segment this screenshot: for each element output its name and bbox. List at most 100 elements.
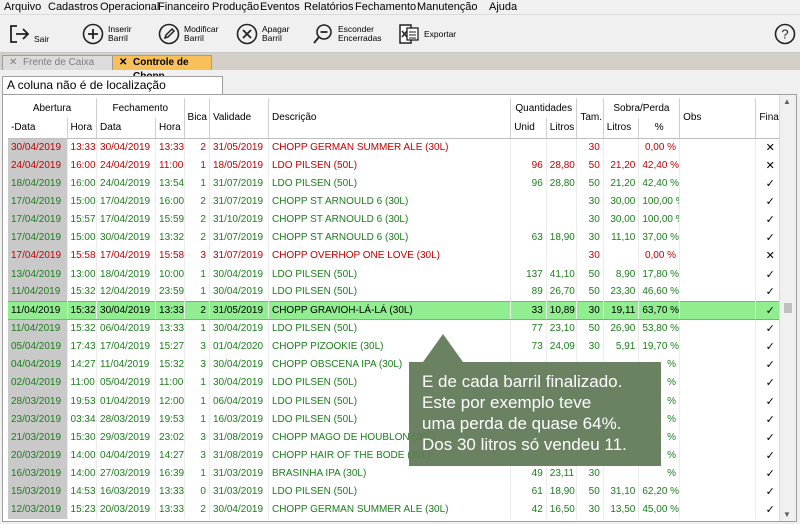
cell-validade: 31/05/2019 — [209, 138, 269, 157]
cell-tam: 50 — [576, 283, 604, 302]
col-validade[interactable]: Validade — [209, 108, 269, 129]
cell-fechamento-hora: 23:59 — [155, 283, 185, 302]
cell-bica: 2 — [184, 192, 210, 211]
menu-fechamento[interactable]: Fechamento — [355, 1, 416, 13]
scroll-down-icon[interactable]: ▼ — [783, 510, 791, 519]
col-descricao[interactable]: Descrição — [268, 108, 512, 129]
table-row[interactable]: 02/04/2019 11:00 05/04/2019 11:00 1 30/04/201… — [8, 373, 785, 392]
cell-sobra-litros: 23,30 — [603, 283, 640, 302]
table-row[interactable]: 13/04/2019 13:00 18/04/2019 10:00 1 30/04/201… — [8, 264, 785, 284]
table-row[interactable]: 17/04/2019 15:58 17/04/2019 15:58 3 31/07/201… — [8, 246, 785, 265]
cell-descricao: LDO PILSEN (50L) — [268, 156, 512, 175]
tab-controle-de-chopp[interactable]: ✕Controle de Chopp — [112, 55, 212, 82]
menu-bar: Arquivo Cadastros Operacional Financeiro… — [0, 0, 800, 15]
inserir-barril-button[interactable]: Inserir Barril — [82, 18, 132, 50]
search-minus-icon — [313, 24, 332, 44]
table-row[interactable]: 17/04/2019 15:00 30/04/2019 13:32 2 31/07/201… — [8, 228, 785, 247]
esconder-encerradas-button[interactable]: Esconder Encerradas — [312, 18, 381, 50]
cell-litros: 23,10 — [546, 319, 578, 338]
sair-label: Sair — [34, 33, 50, 44]
close-tab-icon[interactable]: ✕ — [119, 56, 127, 70]
sair-button[interactable]: Sair — [8, 18, 49, 50]
table-row[interactable]: 12/03/2019 15:23 20/03/2019 13:33 2 30/04/201… — [8, 500, 785, 519]
scroll-up-icon[interactable]: ▲ — [783, 97, 791, 106]
help-button[interactable]: ? — [774, 18, 796, 50]
cell-obs — [679, 174, 757, 193]
menu-eventos[interactable]: Eventos — [260, 1, 300, 13]
menu-ajuda[interactable]: Ajuda — [489, 1, 517, 13]
cell-tam: 30 — [576, 337, 604, 356]
col-unid[interactable]: Unid — [510, 118, 547, 139]
table-row[interactable]: 20/03/2019 14:00 04/04/2019 14:27 3 31/08/201… — [8, 446, 785, 465]
col-hora[interactable]: Hora — [67, 118, 98, 139]
cell-validade: 30/04/2019 — [209, 355, 269, 374]
cell-abertura-hora: 15:32 — [67, 319, 98, 338]
table-row[interactable]: 11/04/2019 15:32 06/04/2019 13:33 1 30/04/201… — [8, 319, 785, 338]
cell-abertura-hora: 13:33 — [67, 138, 98, 157]
cell-fechamento-hora: 13:33 — [155, 300, 185, 320]
col-percent[interactable]: % — [638, 118, 681, 139]
callout-line-1: E de cada barril finalizado. — [422, 372, 623, 391]
excel-icon — [399, 24, 419, 44]
menu-manutencao[interactable]: Manutenção — [417, 1, 478, 13]
col-sobra-litros[interactable]: Litros — [603, 118, 640, 139]
cell-unid: 63 — [510, 228, 547, 247]
apagar-barril-button[interactable]: Apagar Barril — [236, 18, 289, 50]
cell-abertura-hora: 15:32 — [67, 283, 98, 302]
data-grid[interactable]: Abertura Fechamento Quantidades Sobra/Pe… — [2, 94, 797, 522]
table-row[interactable]: 05/04/2019 17:43 17/04/2019 15:27 3 01/04/202… — [8, 337, 785, 356]
cell-bica: 1 — [184, 373, 210, 392]
menu-cadastros[interactable]: Cadastros — [48, 1, 98, 13]
table-row[interactable]: 04/04/2019 14:27 11/04/2019 15:32 3 30/04/201… — [8, 355, 785, 374]
menu-producao[interactable]: Produção — [212, 1, 259, 13]
cell-bica: 1 — [184, 283, 210, 302]
table-row[interactable]: 28/03/2019 19:53 01/04/2019 12:00 1 06/04/201… — [8, 391, 785, 411]
table-row[interactable]: 21/03/2019 15:30 29/03/2019 23:02 3 31/08/201… — [8, 428, 785, 447]
cell-tam: 30 — [576, 210, 604, 229]
cell-fechamento-data: 29/03/2019 — [96, 428, 157, 447]
menu-relatorios[interactable]: Relatórios — [304, 1, 354, 13]
table-row[interactable]: 11/04/2019 15:32 12/04/2019 23:59 1 30/04/201… — [8, 283, 785, 302]
table-row[interactable]: 24/04/2019 16:00 24/04/2019 11:00 1 18/05/201… — [8, 156, 785, 175]
cell-abertura-hora: 15:00 — [67, 228, 98, 247]
table-row[interactable]: 23/03/2019 03:34 28/03/2019 19:53 1 16/03/201… — [8, 410, 785, 429]
modificar-barril-button[interactable]: Modificar Barril — [158, 18, 218, 50]
col-fech-data[interactable]: Data — [96, 118, 157, 139]
cell-obs — [679, 246, 757, 265]
col-tam[interactable]: Tam. — [576, 108, 604, 129]
cell-validade: 30/04/2019 — [209, 319, 269, 338]
scroll-thumb[interactable] — [784, 303, 792, 313]
close-tab-icon[interactable]: ✕ — [9, 56, 17, 70]
callout-line-2: Este por exemplo teve — [422, 393, 592, 412]
cell-abertura-data: 17/04/2019 — [8, 192, 68, 211]
exportar-button[interactable]: Exportar — [398, 18, 456, 50]
col-obs[interactable]: Obs — [679, 108, 757, 129]
cell-sobra-litros: 21,20 — [603, 174, 640, 193]
col-fech-hora[interactable]: Hora — [155, 118, 185, 139]
col-bica[interactable]: Bica — [184, 108, 210, 129]
cell-abertura-data: 17/04/2019 — [8, 228, 68, 247]
table-row[interactable]: 17/04/2019 15:00 17/04/2019 16:00 2 31/07/201… — [8, 192, 785, 211]
vertical-scrollbar[interactable]: ▲ ▼ — [779, 95, 796, 521]
table-row[interactable]: 16/03/2019 14:00 27/03/2019 16:39 1 31/03/201… — [8, 464, 785, 483]
table-row[interactable]: 30/04/2019 13:33 30/04/2019 13:33 2 31/05/201… — [8, 138, 785, 157]
col-litros[interactable]: Litros — [546, 118, 578, 139]
cell-bica: 3 — [184, 428, 210, 447]
cell-litros: 18,90 — [546, 228, 578, 247]
cell-abertura-data: 17/04/2019 — [8, 246, 68, 265]
col-data[interactable]: -Data — [8, 118, 68, 139]
cell-percent: 0,00 % — [638, 138, 681, 157]
menu-financeiro[interactable]: Financeiro — [158, 1, 209, 13]
cell-percent: 0,00 % — [638, 246, 681, 265]
cell-abertura-data: 20/03/2019 — [8, 446, 68, 465]
cell-sobra-litros — [603, 464, 640, 483]
table-row[interactable]: 17/04/2019 15:57 17/04/2019 15:59 2 31/10/201… — [8, 210, 785, 229]
table-row[interactable]: 18/04/2019 16:00 24/04/2019 13:54 1 31/07/201… — [8, 174, 785, 193]
cell-obs — [679, 355, 757, 374]
tab-frente-de-caixa[interactable]: ✕ Frente de Caixa — [2, 55, 114, 70]
menu-arquivo[interactable]: Arquivo — [4, 1, 41, 13]
cell-descricao: CHOPP OVERHOP ONE LOVE (30L) — [268, 246, 512, 265]
table-row-selected[interactable]: 11/04/2019 15:32 30/04/2019 13:33 2 31/05/201… — [8, 300, 785, 320]
menu-operacional[interactable]: Operacional — [100, 1, 159, 13]
table-row[interactable]: 15/03/2019 14:53 16/03/2019 13:33 0 31/03/201… — [8, 482, 785, 501]
